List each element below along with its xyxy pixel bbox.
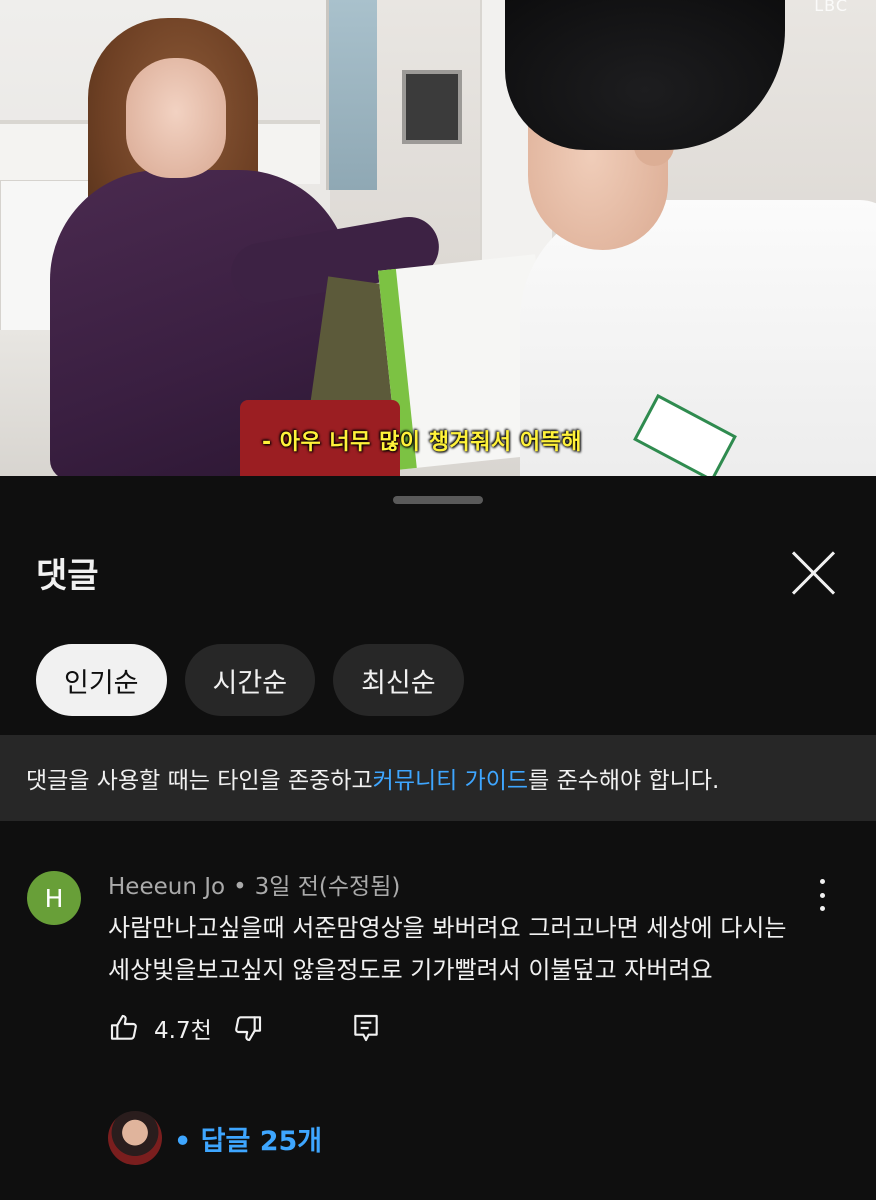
sheet-drag-handle[interactable] xyxy=(393,496,483,504)
video-person-woman-face xyxy=(126,58,226,178)
replies-link[interactable]: • 답글 25개 xyxy=(174,1119,322,1158)
video-player[interactable]: LBC - 아우 너무 많이 챙겨줘서 어뜩해 xyxy=(0,0,876,476)
comments-sheet: 댓글 인기순 시간순 최신순 댓글을 사용할 때는 타인을 존중하고 커뮤니티 … xyxy=(0,476,876,1200)
community-guidelines-link[interactable]: 커뮤니티 가이드 xyxy=(373,761,528,795)
video-scene-door xyxy=(326,0,377,190)
comment-actions: 4.7천 xyxy=(108,1011,382,1045)
guideline-text-after: 를 준수해야 합니다. xyxy=(528,768,720,794)
comment-time: 3일 전(수정됨) xyxy=(254,874,401,900)
sort-chip-popular[interactable]: 인기순 xyxy=(36,644,167,716)
community-guideline-banner: 댓글을 사용할 때는 타인을 존중하고 커뮤니티 가이드 를 준수해야 합니다. xyxy=(0,735,876,821)
comments-title: 댓글 xyxy=(36,556,99,596)
thumbs-up-icon[interactable] xyxy=(108,1012,140,1044)
sort-chip-bar: 인기순 시간순 최신순 xyxy=(36,644,464,716)
meta-separator: • xyxy=(233,874,247,900)
avatar xyxy=(108,1111,162,1165)
comment-reply-icon[interactable] xyxy=(350,1012,382,1044)
more-vert-icon[interactable] xyxy=(808,875,836,915)
thumbs-down-icon[interactable] xyxy=(232,1012,264,1044)
avatar[interactable]: H xyxy=(27,871,81,925)
video-subtitle: - 아우 너무 많이 챙겨줘서 어뜩해 xyxy=(262,430,583,455)
sort-chip-newest[interactable]: 최신순 xyxy=(333,644,464,716)
comment-author[interactable]: Heeeun Jo xyxy=(108,874,225,900)
video-watermark: LBC xyxy=(814,0,848,15)
video-scene-monitor xyxy=(402,70,462,144)
guideline-text-before: 댓글을 사용할 때는 타인을 존중하고 xyxy=(26,768,373,794)
video-person-man-hair xyxy=(505,0,785,150)
comment-text: 사람만나고싶을때 서준맘영상을 봐버려요 그러고나면 세상에 다시는 세상빛을보… xyxy=(108,914,787,984)
replies-toggle[interactable]: • 답글 25개 xyxy=(108,1111,322,1165)
sort-chip-time[interactable]: 시간순 xyxy=(184,644,316,716)
like-count: 4.7천 xyxy=(154,1018,212,1044)
close-icon[interactable] xyxy=(786,546,840,600)
comment-meta: Heeeun Jo • 3일 전(수정됨) xyxy=(108,867,400,901)
